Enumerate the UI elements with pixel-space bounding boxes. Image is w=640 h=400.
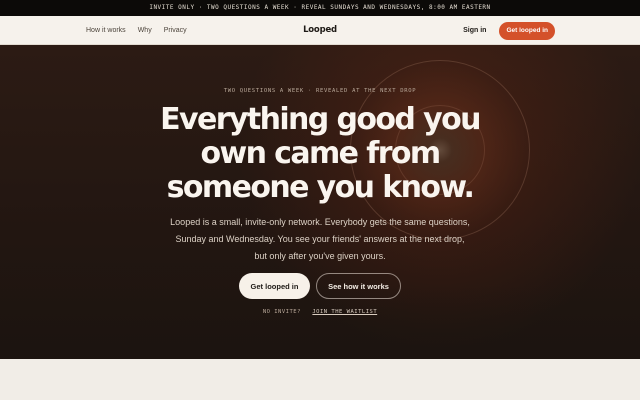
waitlist-spacer (305, 309, 309, 315)
nav-link-why[interactable]: Why (138, 27, 152, 34)
join-waitlist-link[interactable]: JOIN THE WAITLIST (312, 309, 377, 315)
announcement-text: INVITE ONLY · TWO QUESTIONS A WEEK · REV… (149, 4, 491, 11)
get-looped-in-button[interactable]: Get looped in (239, 273, 310, 299)
see-how-it-works-button[interactable]: See how it works (316, 273, 401, 299)
headline-line: Everything good you (160, 102, 481, 137)
signin-link[interactable]: Sign in (463, 27, 486, 34)
hero-section: TWO QUESTIONS A WEEK · REVEALED AT THE N… (0, 45, 640, 359)
top-nav: How it works Why Privacy Looped Sign in … (0, 16, 640, 45)
nav-link-how-it-works[interactable]: How it works (86, 27, 126, 34)
waitlist-row: NO INVITE? JOIN THE WAITLIST (0, 309, 640, 315)
hero-eyebrow: TWO QUESTIONS A WEEK · REVEALED AT THE N… (223, 88, 417, 94)
headline-line: someone you know. (166, 170, 475, 205)
get-looped-in-nav-button[interactable]: Get looped in (499, 21, 555, 40)
nav-link-privacy[interactable]: Privacy (164, 27, 187, 34)
announcement-bar: INVITE ONLY · TWO QUESTIONS A WEEK · REV… (0, 0, 640, 16)
nav-links: How it works Why Privacy (86, 16, 187, 45)
headline-line: own came from (200, 136, 441, 171)
no-invite-label: NO INVITE? (262, 309, 301, 315)
next-section (0, 359, 640, 400)
hero-subtext: Looped is a small, invite-only network. … (170, 217, 470, 261)
nav-actions: Sign in Get looped in (463, 16, 555, 45)
hero-headline: Everything good you own came from someon… (0, 103, 640, 205)
